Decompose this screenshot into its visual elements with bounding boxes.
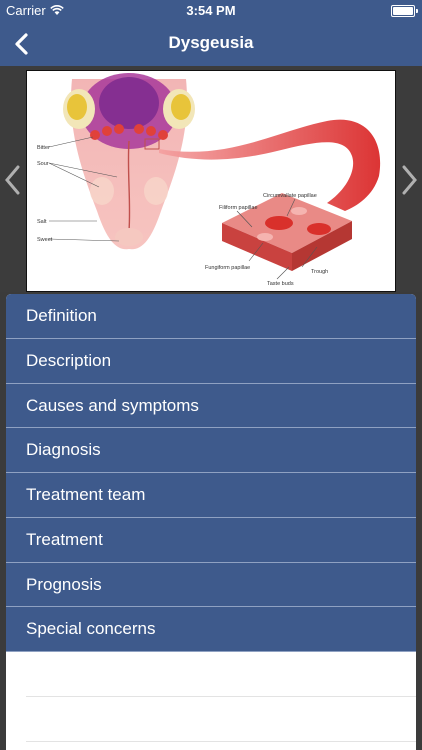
status-time: 3:54 PM: [186, 3, 236, 18]
page-title: Dysgeusia: [168, 33, 254, 52]
list-item-causes-and-symptoms[interactable]: Causes and symptoms: [6, 383, 416, 429]
list-item-special-concerns[interactable]: Special concerns: [6, 607, 416, 652]
label-sour: Sour: [37, 161, 49, 167]
list-item-treatment-team[interactable]: Treatment team: [6, 473, 416, 518]
empty-row: [26, 697, 416, 742]
list-item-treatment[interactable]: Treatment: [6, 517, 416, 563]
navigation-bar: Dysgeusia: [0, 22, 422, 66]
label-filiform: Filiform papillae: [219, 205, 258, 211]
tongue-shape: [63, 73, 195, 250]
previous-image-chevron-icon[interactable]: [2, 164, 24, 196]
label-taste-buds: Taste buds: [267, 281, 294, 287]
image-gallery[interactable]: Bitter Sour Salt Sweet Circumvallate pap…: [0, 66, 422, 292]
list-item-definition[interactable]: Definition: [6, 294, 416, 339]
label-fungiform: Fungiform papillae: [205, 265, 250, 271]
empty-row: [26, 652, 416, 697]
label-trough: Trough: [311, 269, 328, 275]
list-item-prognosis[interactable]: Prognosis: [6, 562, 416, 608]
list-item-diagnosis[interactable]: Diagnosis: [6, 428, 416, 473]
label-circumvallate: Circumvallate papillae: [263, 193, 317, 199]
topic-list: Definition Description Causes and sympto…: [6, 294, 416, 750]
label-sweet: Sweet: [37, 237, 53, 243]
label-salt: Salt: [37, 219, 47, 225]
status-bar: Carrier 3:54 PM: [0, 0, 422, 22]
tongue-diagram: Bitter Sour Salt Sweet Circumvallate pap…: [37, 73, 381, 287]
list-item-description[interactable]: Description: [6, 338, 416, 384]
tongue-anatomy-illustration: Bitter Sour Salt Sweet Circumvallate pap…: [26, 70, 396, 292]
next-image-chevron-icon[interactable]: [398, 164, 420, 196]
label-bitter: Bitter: [37, 145, 50, 151]
battery-icon: [391, 5, 418, 17]
